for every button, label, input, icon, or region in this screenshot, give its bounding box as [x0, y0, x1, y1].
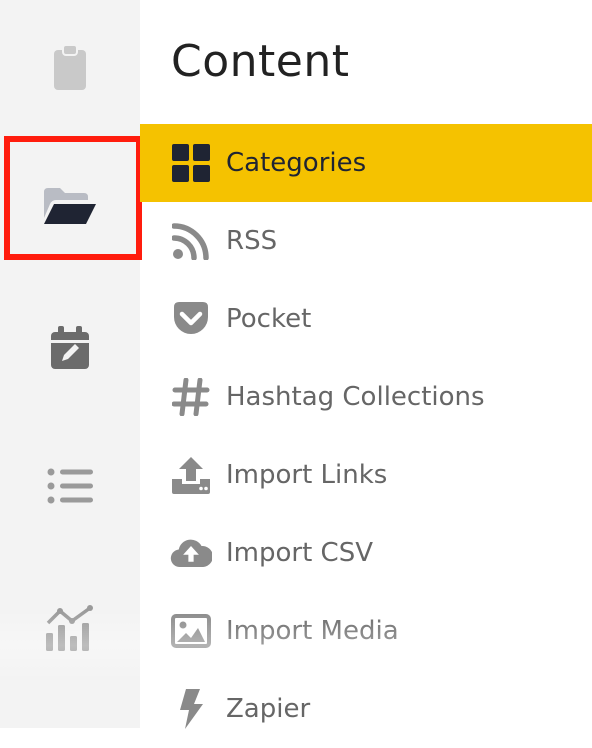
image-icon	[170, 610, 212, 652]
menu-item-import-media[interactable]: Import Media	[140, 592, 592, 670]
upload-icon	[170, 454, 212, 496]
menu-item-label: Categories	[226, 148, 367, 178]
menu-item-hashtag-collections[interactable]: Hashtag Collections	[140, 358, 592, 436]
rss-icon	[170, 220, 212, 262]
analytics-icon	[45, 605, 95, 651]
menu-item-zapier[interactable]: Zapier	[140, 670, 592, 748]
clipboard-icon	[52, 44, 88, 92]
menu-item-label: Pocket	[226, 304, 312, 334]
menu-item-label: Zapier	[226, 694, 311, 724]
list-icon	[47, 467, 93, 505]
menu-item-pocket[interactable]: Pocket	[140, 280, 592, 358]
menu-item-label: Hashtag Collections	[226, 382, 485, 412]
rail-item-list[interactable]	[0, 446, 140, 526]
menu-item-label: RSS	[226, 226, 278, 256]
menu-item-label: Import Links	[226, 460, 388, 490]
page-title: Content	[171, 36, 350, 87]
bolt-icon	[170, 688, 212, 730]
rail-item-analytics[interactable]	[0, 588, 140, 668]
menu-item-label: Import CSV	[226, 538, 373, 568]
hashtag-icon	[170, 376, 212, 418]
menu-item-categories[interactable]: Categories	[140, 124, 592, 202]
menu-item-import-csv[interactable]: Import CSV	[140, 514, 592, 592]
menu-item-rss[interactable]: RSS	[140, 202, 592, 280]
icon-rail	[0, 0, 140, 728]
rail-item-clipboard[interactable]	[0, 28, 140, 108]
grid-icon	[170, 142, 212, 184]
pocket-icon	[170, 298, 212, 340]
menu-item-label: Import Media	[226, 616, 399, 646]
selected-rail-highlight	[4, 136, 142, 260]
rail-item-calendar[interactable]	[0, 308, 140, 388]
menu-item-import-links[interactable]: Import Links	[140, 436, 592, 514]
calendar-edit-icon	[50, 326, 90, 370]
cloud-upload-icon	[170, 532, 212, 574]
